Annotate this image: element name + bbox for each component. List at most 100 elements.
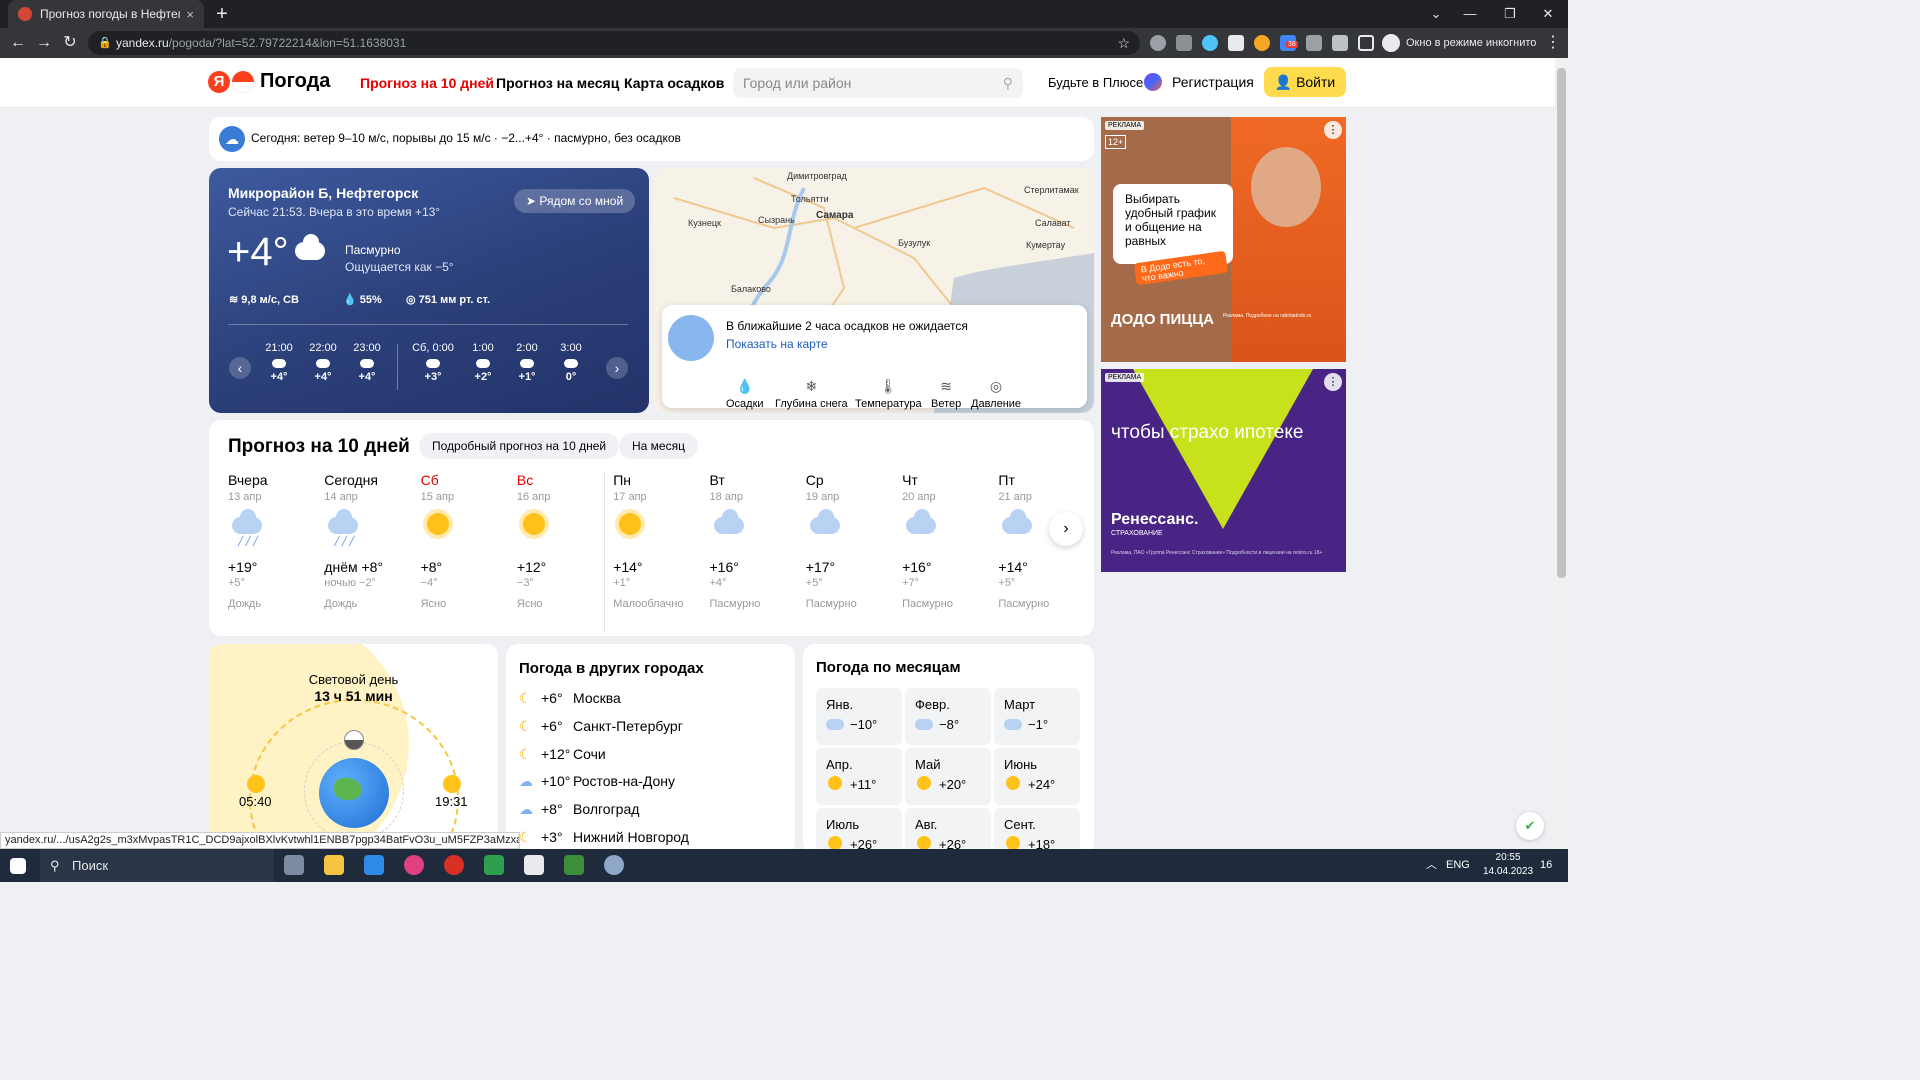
forecast-day[interactable]: Пт 21 апр +14° +5° Пасмурно	[998, 472, 1094, 610]
extension-icon[interactable]	[1150, 35, 1166, 51]
close-window-icon[interactable]: ✕	[1528, 0, 1568, 28]
login-label: Войти	[1296, 74, 1336, 90]
month-cell[interactable]: Июнь +24°	[994, 748, 1080, 805]
moon-icon: ☾	[519, 745, 532, 762]
renaissance-ad[interactable]: РЕКЛАМА ⋮ чтобы страхо ипотеке Ренессанс…	[1101, 369, 1346, 572]
layer-precip[interactable]: 💧 Осадки	[726, 378, 764, 410]
notification-icon[interactable]: 16	[1540, 849, 1552, 882]
month-cell[interactable]: Апр. +11°	[816, 748, 902, 805]
city-search-input[interactable]: Город или район ⚲	[733, 68, 1023, 98]
layer-wind[interactable]: ≋ Ветер	[931, 378, 961, 410]
forecast-day[interactable]: Чт 20 апр +16° +7° Пасмурно	[902, 472, 998, 610]
vscode-icon[interactable]	[364, 855, 384, 875]
day-name: Пн	[613, 472, 631, 488]
sunrise-time: 05:40	[239, 794, 272, 809]
forecast-next-button[interactable]: ›	[1049, 512, 1083, 546]
scrollbar[interactable]	[1555, 58, 1568, 849]
hours-prev-button[interactable]: ‹	[229, 357, 251, 379]
extension-icon[interactable]	[1202, 35, 1218, 51]
maximize-icon[interactable]: ❐	[1490, 0, 1530, 28]
forward-icon[interactable]: →	[34, 33, 54, 53]
month-cell[interactable]: Март −1°	[994, 688, 1080, 745]
new-tab-icon[interactable]: +	[212, 4, 232, 24]
forecast-day[interactable]: Вс 16 апр +12° −3° Ясно	[517, 472, 613, 610]
detailed-forecast-button[interactable]: Подробный прогноз на 10 дней	[419, 433, 620, 459]
month-cell[interactable]: Февр. −8°	[905, 688, 991, 745]
chrome-icon[interactable]	[444, 855, 464, 875]
slack-icon[interactable]	[404, 855, 424, 875]
tab-close-icon[interactable]: ×	[186, 7, 194, 22]
windows-taskbar: ⚲ Поиск ︿ ENG 20:55 14.04.2023 16	[0, 849, 1568, 882]
browser-toolbar: ← → ↻ 🔒 yandex.ru/pogoda/?lat=52.7972221…	[0, 28, 1568, 58]
city-temp: +3°	[541, 829, 563, 845]
month-cell[interactable]: Июль +26°	[816, 808, 902, 849]
month-cell[interactable]: Май +20°	[905, 748, 991, 805]
back-icon[interactable]: ←	[8, 33, 28, 53]
shield-app-icon[interactable]	[484, 855, 504, 875]
city-row[interactable]: ☾ +12° Сочи	[519, 744, 606, 764]
month-cell[interactable]: Янв. −10°	[816, 688, 902, 745]
register-link[interactable]: Регистрация	[1172, 74, 1254, 90]
shield-extension-icon[interactable]	[1306, 35, 1322, 51]
taskbar-search[interactable]: ⚲ Поиск	[40, 849, 274, 882]
language-indicator[interactable]: ENG	[1446, 849, 1470, 882]
city-row[interactable]: ☁ +10° Ростов-на-Дону	[519, 771, 675, 791]
plus-link[interactable]: Будьте в Плюсе	[1048, 75, 1143, 90]
clock[interactable]: 20:55 14.04.2023	[1483, 851, 1533, 879]
task-view-icon[interactable]	[284, 855, 304, 875]
city-row[interactable]: ☾ +6° Москва	[519, 688, 621, 708]
precip-map[interactable]: Димитровград Тольятти Самара Кузнецк Сыз…	[654, 168, 1094, 413]
app-icon[interactable]	[564, 855, 584, 875]
file-explorer-icon[interactable]	[324, 855, 344, 875]
yandex-plus-icon[interactable]	[1144, 73, 1162, 91]
login-button[interactable]: 👤 Войти	[1264, 67, 1346, 97]
layer-temp[interactable]: 🌡 Температура	[855, 378, 922, 410]
ad-menu-icon[interactable]: ⋮	[1324, 373, 1342, 391]
month-cell[interactable]: Авг. +26°	[905, 808, 991, 849]
layer-pressure[interactable]: ◎ Давление	[971, 378, 1021, 410]
city-row[interactable]: ☁ +8° Волгоград	[519, 799, 639, 819]
extension-icon[interactable]: 38	[1280, 35, 1298, 51]
today-alert[interactable]: ☁ Сегодня: ветер 9–10 м/с, порывы до 15 …	[209, 117, 1094, 161]
forecast-day[interactable]: Сегодня 14 апр ╱╱╱ днём +8° ночью −2° Дождь	[324, 472, 420, 610]
nav-10-days[interactable]: Прогноз на 10 дней	[360, 75, 494, 91]
reload-icon[interactable]: ↻	[60, 33, 80, 53]
month-forecast-button[interactable]: На месяц	[619, 433, 698, 459]
address-bar[interactable]: 🔒 yandex.ru/pogoda/?lat=52.79722214&lon=…	[88, 31, 1140, 55]
search-icon[interactable]: ⚲	[1003, 68, 1013, 98]
forecast-day[interactable]: Вт 18 апр +16° +4° Пасмурно	[710, 472, 806, 610]
windows-start-icon[interactable]	[10, 858, 26, 874]
puzzle-icon[interactable]	[1332, 35, 1348, 51]
side-panel-icon[interactable]	[1358, 35, 1374, 51]
browser-tab[interactable]: Прогноз погоды в Нефтегорске ×	[8, 0, 204, 28]
app-icon[interactable]	[604, 855, 624, 875]
bookmark-star-icon[interactable]: ☆	[1117, 31, 1130, 55]
extension-icon[interactable]	[1228, 35, 1244, 51]
dodo-ad[interactable]: РЕКЛАМА 12+ ⋮ Выбирать удобный график и …	[1101, 117, 1346, 362]
security-shield-icon[interactable]: ✔	[1516, 812, 1544, 840]
scrollbar-thumb[interactable]	[1557, 68, 1566, 578]
location-title[interactable]: Микрорайон Б, Нефтегорск	[228, 185, 418, 201]
hours-next-button[interactable]: ›	[606, 357, 628, 379]
forecast-day[interactable]: Вчера 13 апр ╱╱╱ +19° +5° Дождь	[228, 472, 324, 610]
menu-kebab-icon[interactable]: ⋮	[1543, 33, 1563, 53]
forecast-day[interactable]: Сб 15 апр +8° −4° Ясно	[421, 472, 517, 610]
month-cell[interactable]: Сент. +18°	[994, 808, 1080, 849]
nav-month[interactable]: Прогноз на месяц	[496, 75, 619, 91]
show-map-link[interactable]: Показать на карте	[726, 337, 828, 351]
ad-menu-icon[interactable]: ⋮	[1324, 121, 1342, 139]
city-row[interactable]: ☾ +6° Санкт-Петербург	[519, 716, 683, 736]
nav-precip-map[interactable]: Карта осадков	[624, 75, 724, 91]
logo[interactable]: Я Погода	[208, 70, 330, 93]
forecast-day[interactable]: Пн 17 апр +14° +1° Малооблачно	[613, 472, 709, 610]
near-me-button[interactable]: ➤ Рядом со мной	[514, 189, 636, 213]
extension-icon[interactable]	[1176, 35, 1192, 51]
layer-snow[interactable]: ❄ Глубина снега	[775, 378, 848, 410]
forecast-day[interactable]: Ср 19 апр +17° +5° Пасмурно	[806, 472, 902, 610]
city-row[interactable]: ☾ +3° Нижний Новгород	[519, 827, 689, 847]
incognito-indicator[interactable]: Окно в режиме инкогнито	[1382, 31, 1536, 55]
app-icon[interactable]	[524, 855, 544, 875]
tray-chevron-icon[interactable]: ︿	[1426, 849, 1437, 882]
minimize-icon[interactable]: —	[1450, 0, 1490, 28]
extension-icon[interactable]	[1254, 35, 1270, 51]
